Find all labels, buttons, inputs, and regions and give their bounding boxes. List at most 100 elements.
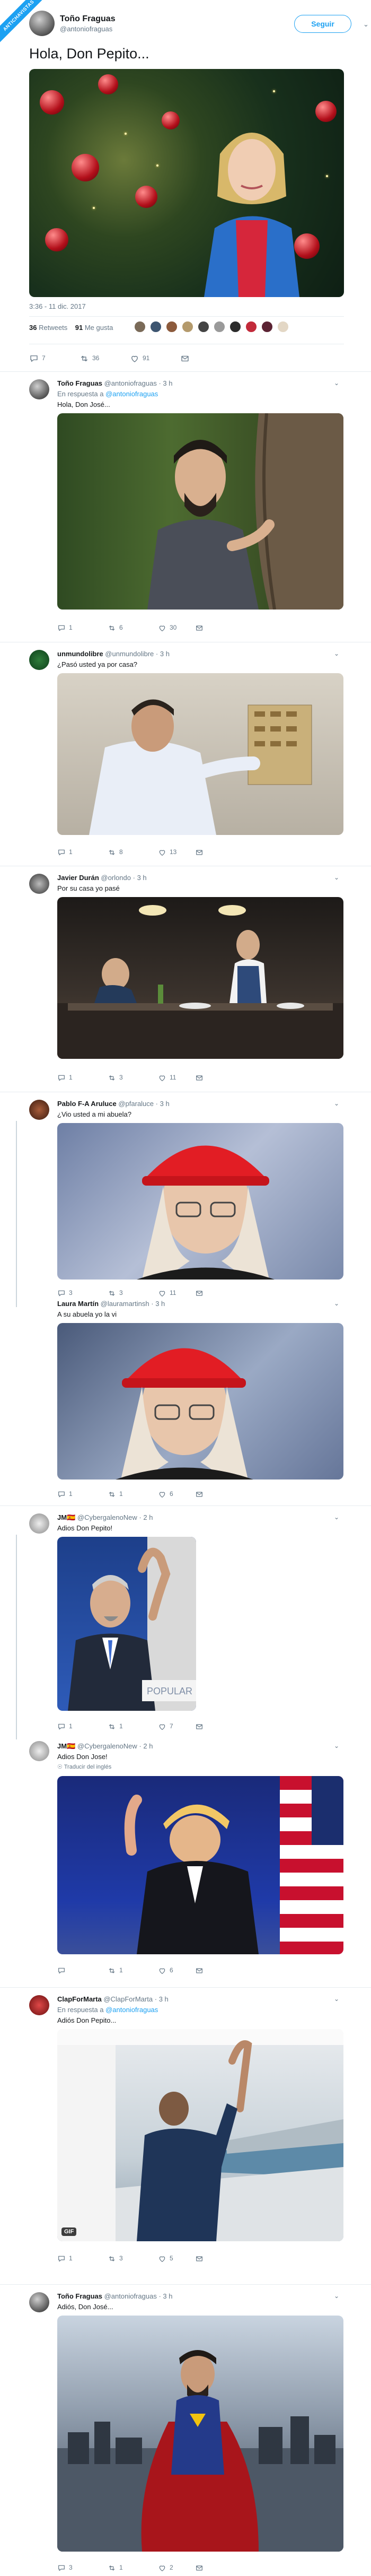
like-button[interactable]: 91	[130, 353, 149, 363]
reply-button[interactable]: 1	[57, 622, 73, 633]
author-handle[interactable]: @lauramartinsh	[101, 1300, 149, 1308]
author-handle[interactable]: @unmundolibre	[105, 650, 154, 658]
avatar[interactable]	[229, 320, 242, 333]
like-button[interactable]: 11	[158, 1072, 176, 1083]
avatar[interactable]	[134, 320, 146, 333]
avatar[interactable]	[181, 320, 194, 333]
author-name[interactable]: Toño Fraguas	[57, 2292, 102, 2300]
author-name[interactable]: Toño Fraguas	[60, 14, 116, 24]
reply-button[interactable]: 3	[57, 2562, 73, 2573]
dm-button[interactable]	[195, 622, 207, 633]
chevron-down-icon[interactable]: ⌄	[334, 1100, 339, 1107]
dm-button[interactable]	[195, 1721, 207, 1731]
reply-button[interactable]: 1	[57, 1721, 73, 1731]
author-handle[interactable]: @orlondo	[101, 874, 131, 882]
retweet-button[interactable]: 1	[108, 1721, 123, 1731]
author-handle[interactable]: @CybergalenoNew	[77, 1513, 137, 1521]
avatar[interactable]	[149, 320, 162, 333]
retweet-button[interactable]: 6	[108, 622, 123, 633]
author-name[interactable]: JM🇪🇸	[57, 1513, 75, 1521]
chevron-down-icon[interactable]: ⌄	[334, 1742, 339, 1750]
avatar[interactable]	[165, 320, 178, 333]
tweet-photo[interactable]: POPULAR	[57, 1537, 196, 1711]
dm-button[interactable]	[195, 1072, 207, 1083]
avatar[interactable]	[29, 874, 49, 894]
retweets-label[interactable]: Retweets	[39, 324, 67, 332]
reply-button[interactable]: 1	[57, 847, 73, 857]
author-handle[interactable]: @CybergalenoNew	[77, 1742, 137, 1750]
tweet-time[interactable]: 3 h	[160, 650, 170, 658]
tweet-photo[interactable]	[57, 413, 343, 610]
tweet-time[interactable]: 2 h	[143, 1513, 153, 1521]
retweets-count[interactable]: 36	[29, 324, 37, 332]
translate-link[interactable]: ☉ Traducir del inglés	[57, 1763, 111, 1770]
avatar[interactable]	[29, 650, 49, 670]
dm-button[interactable]	[195, 2253, 207, 2264]
avatar[interactable]	[29, 11, 55, 36]
like-button[interactable]: 6	[158, 1489, 173, 1499]
avatar[interactable]	[261, 320, 273, 333]
retweet-button[interactable]: 3	[108, 1072, 123, 1083]
tweet-time[interactable]: 3 h	[160, 1100, 170, 1108]
chevron-down-icon[interactable]: ⌄	[334, 379, 339, 387]
like-button[interactable]: 11	[158, 1287, 176, 1298]
dm-button[interactable]	[195, 1489, 207, 1499]
tweet-time[interactable]: 3 h	[155, 1300, 165, 1308]
retweet-button[interactable]: 1	[108, 2562, 123, 2573]
tweet-photo[interactable]	[29, 69, 344, 297]
retweet-button[interactable]: 1	[108, 1489, 123, 1499]
retweet-button[interactable]: 8	[108, 847, 123, 857]
mention-link[interactable]: @antoniofraguas	[105, 2006, 158, 2014]
retweet-button[interactable]: 3	[108, 1287, 123, 1298]
like-button[interactable]: 2	[158, 2562, 173, 2573]
tweet-photo[interactable]	[57, 673, 343, 835]
retweet-button[interactable]: 3	[108, 2253, 123, 2264]
reply-button[interactable]	[57, 1965, 69, 1975]
author-name[interactable]: Pablo F-A Aruluce	[57, 1100, 117, 1108]
author-handle[interactable]: @ClapForMarta	[103, 1995, 153, 2003]
like-button[interactable]: 5	[158, 2253, 173, 2264]
tweet-photo[interactable]	[57, 897, 343, 1059]
author-name[interactable]: unmundolibre	[57, 650, 103, 658]
tweet-time[interactable]: 3 h	[137, 874, 147, 882]
retweet-button[interactable]: 36	[80, 353, 99, 363]
avatar[interactable]	[29, 1741, 49, 1761]
like-button[interactable]: 7	[158, 1721, 173, 1731]
tweet-timestamp[interactable]: 3:36 - 11 dic. 2017	[29, 302, 86, 310]
avatar[interactable]	[245, 320, 258, 333]
chevron-down-icon[interactable]: ⌄	[363, 20, 370, 28]
avatar[interactable]	[29, 1995, 49, 2015]
tweet-time[interactable]: 3 h	[163, 2292, 172, 2300]
dm-button[interactable]	[195, 847, 207, 857]
avatar[interactable]	[29, 1513, 49, 1534]
reply-button[interactable]: 1	[57, 2253, 73, 2264]
tweet-photo[interactable]	[57, 1123, 343, 1280]
author-name[interactable]: Toño Fraguas	[57, 379, 102, 387]
author-name[interactable]: Javier Durán	[57, 874, 99, 882]
like-button[interactable]: 30	[158, 622, 176, 633]
likes-label[interactable]: Me gusta	[85, 324, 113, 332]
tweet-time[interactable]: 3 h	[159, 1995, 169, 2003]
mention-link[interactable]: @antoniofraguas	[105, 390, 158, 398]
avatar[interactable]	[277, 320, 289, 333]
avatar[interactable]	[213, 320, 226, 333]
tweet-gif[interactable]: GIF	[57, 2029, 343, 2241]
like-button[interactable]: 13	[158, 847, 176, 857]
tweet-photo[interactable]	[57, 2316, 343, 2552]
tweet-time[interactable]: 3 h	[163, 379, 172, 387]
reply-button[interactable]: 3	[57, 1287, 73, 1298]
author-name[interactable]: ClapForMarta	[57, 1995, 102, 2003]
tweet-time[interactable]: 2 h	[143, 1742, 153, 1750]
dm-button[interactable]	[180, 353, 193, 363]
author-name[interactable]: Laura Martín	[57, 1300, 99, 1308]
likes-count[interactable]: 91	[75, 324, 83, 332]
tweet-photo[interactable]	[57, 1776, 343, 1954]
retweet-button[interactable]: 1	[108, 1965, 123, 1975]
dm-button[interactable]	[195, 1287, 207, 1298]
chevron-down-icon[interactable]: ⌄	[334, 1513, 339, 1521]
like-button[interactable]: 6	[158, 1965, 173, 1975]
dm-button[interactable]	[195, 2562, 207, 2573]
chevron-down-icon[interactable]: ⌄	[334, 650, 339, 657]
avatar[interactable]	[29, 2292, 49, 2312]
tweet-photo[interactable]	[57, 1323, 343, 1480]
